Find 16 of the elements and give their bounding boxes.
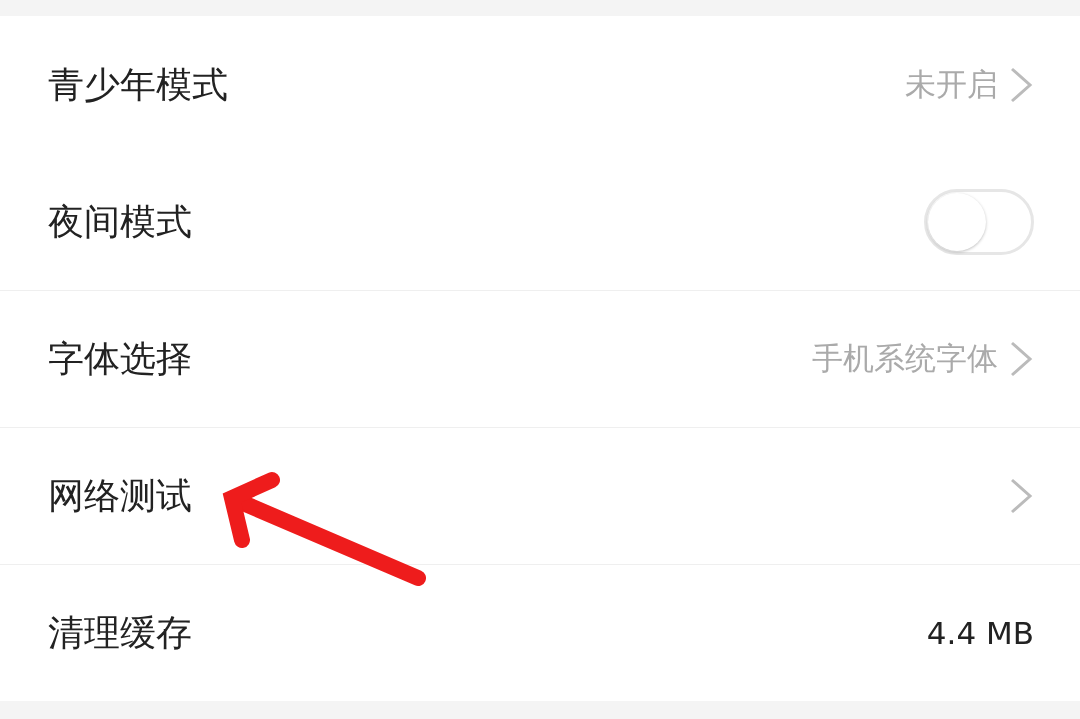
- chevron-right-icon: [1008, 339, 1034, 379]
- settings-row[interactable]: 网络测试: [0, 427, 1080, 564]
- settings-row[interactable]: 字体选择 手机系统字体: [0, 290, 1080, 427]
- setting-label: 夜间模式: [48, 199, 192, 244]
- setting-label: 清理缓存: [48, 610, 192, 655]
- settings-row[interactable]: 青少年模式 未开启: [0, 16, 1080, 153]
- setting-value: 手机系统字体: [812, 339, 998, 378]
- setting-label: 字体选择: [48, 336, 192, 381]
- chevron-right-icon: [1008, 65, 1034, 105]
- setting-value: 4.4 MB: [926, 615, 1034, 651]
- settings-row[interactable]: 清理缓存 4.4 MB: [0, 564, 1080, 701]
- chevron-right-icon: [1008, 476, 1034, 516]
- setting-label: 网络测试: [48, 473, 192, 518]
- setting-value: 未开启: [905, 65, 998, 104]
- setting-label: 青少年模式: [48, 62, 228, 107]
- settings-row[interactable]: 夜间模式: [0, 153, 1080, 290]
